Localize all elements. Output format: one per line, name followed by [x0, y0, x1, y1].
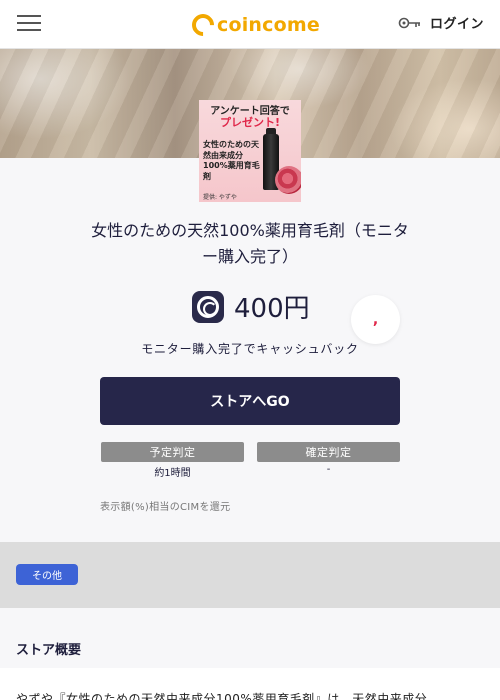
scheduled-judgement-label: 予定判定	[101, 442, 244, 462]
cim-note: 表示額(%)相当のCIMを還元	[100, 502, 231, 513]
header: coincome ログイン	[0, 0, 500, 49]
coin-icon	[187, 9, 219, 41]
reward-value: 400円	[234, 294, 310, 324]
product-image: アンケート回答で プレゼント! 女性のための天然由来成分100%薬用育毛剤 提供…	[199, 100, 301, 202]
hamburger-menu-icon[interactable]	[17, 14, 41, 32]
confirmed-judgement-value: -	[326, 464, 331, 475]
coincome-logo[interactable]: coincome	[187, 9, 320, 41]
confirmed-judgement-label: 確定判定	[257, 442, 400, 462]
coincome-coin-icon	[192, 290, 224, 323]
reward-condition: モニター購入完了でキャッシュバック	[141, 342, 359, 356]
product-image-provider: 提供: やずや	[203, 194, 237, 201]
reward: 400円	[192, 288, 310, 325]
rose-image	[275, 166, 301, 194]
logo-text: coincome	[217, 14, 320, 36]
product-title: 女性のための天然100%薬用育毛剤（モニター購入完了）	[91, 221, 409, 266]
favorite-icon: ,	[372, 311, 379, 328]
overview-description: やずや『女性のための天然由来成分100%薬用育毛剤』は、天然由来成分	[16, 692, 428, 700]
category-tag[interactable]: その他	[16, 564, 78, 585]
go-to-store-button[interactable]: ストアへGO	[100, 377, 400, 425]
login-button[interactable]: ログイン	[398, 13, 484, 32]
product-image-text: 女性のための天然由来成分100%薬用育毛剤	[203, 140, 260, 181]
overview-title: ストア概要	[16, 643, 82, 658]
login-label: ログイン	[429, 17, 484, 32]
favorite-button[interactable]: ,	[351, 295, 400, 344]
key-icon	[398, 17, 420, 28]
scheduled-judgement-value: 約1時間	[154, 468, 191, 479]
product-image-present: プレゼント!	[219, 116, 281, 129]
overview-section	[0, 608, 500, 668]
